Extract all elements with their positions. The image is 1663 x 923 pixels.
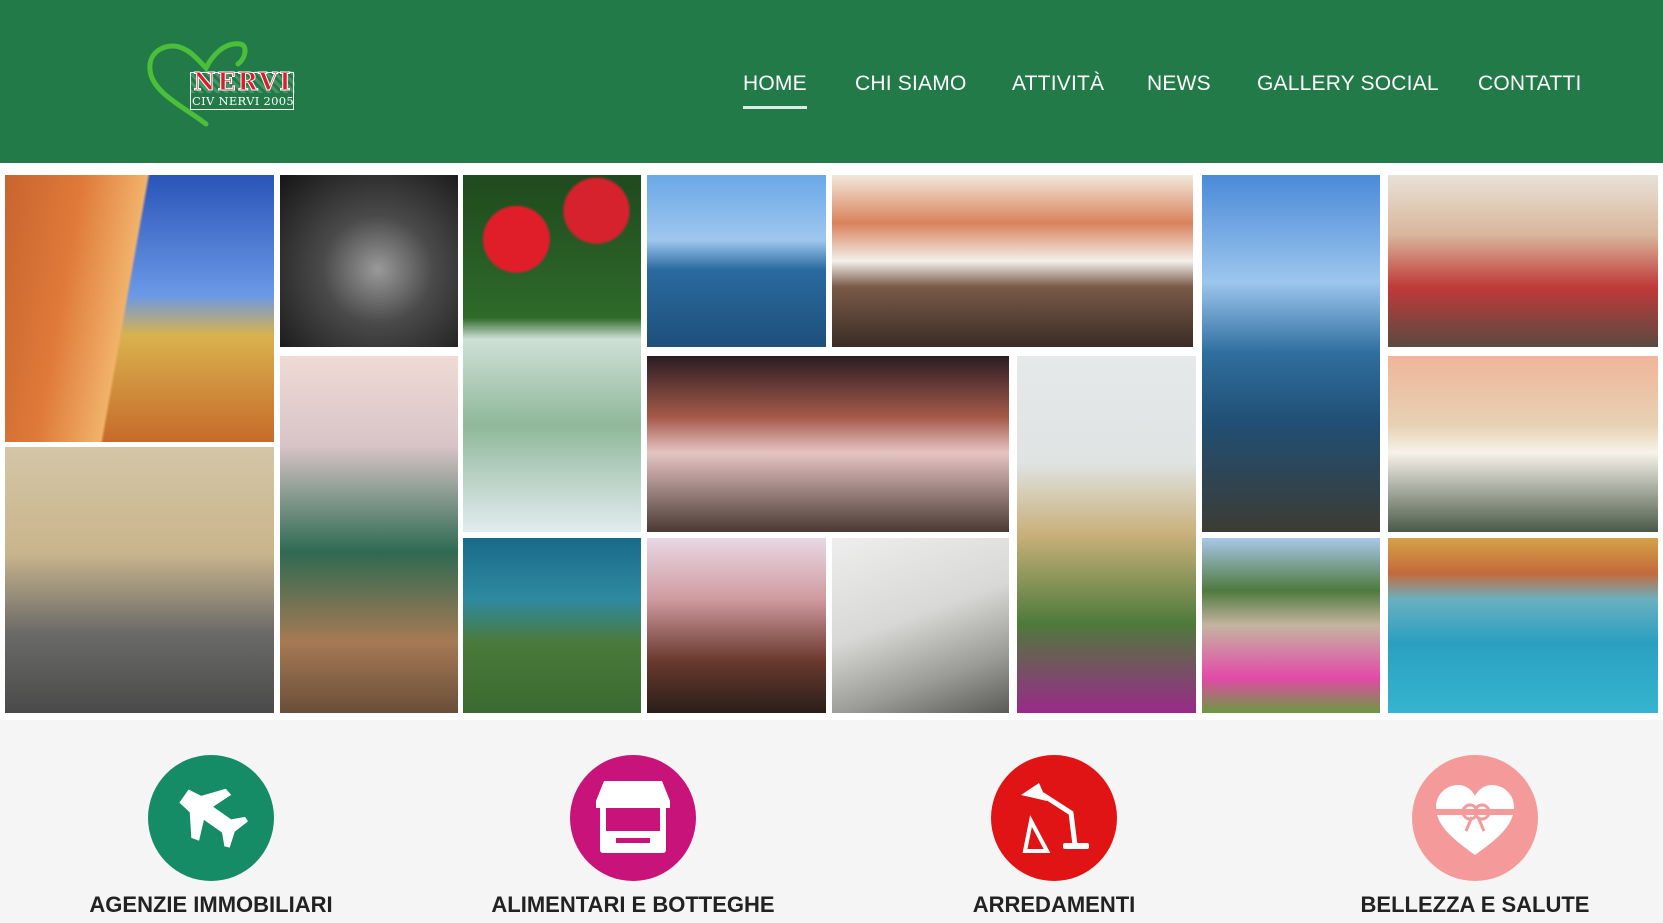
photo-red-flowers-map[interactable]: [463, 175, 641, 532]
category-label[interactable]: ARREDAMENTI: [874, 891, 1234, 919]
nav-chi-siamo[interactable]: CHI SIAMO: [855, 70, 966, 110]
photo-street-performers-stilts[interactable]: [1388, 175, 1658, 347]
photo-crowded-piazza[interactable]: [832, 175, 1193, 347]
logo-plate: NERVI CIV NERVI 2005: [190, 69, 295, 110]
nav-contatti[interactable]: CONTATTI: [1478, 70, 1581, 110]
photo-bell-tower[interactable]: [1017, 356, 1196, 713]
category-label[interactable]: BELLEZZA E SALUTE: [1295, 891, 1655, 919]
photo-rose-garden-hills[interactable]: [1202, 538, 1380, 713]
logo-subtitle: CIV NERVI 2005: [192, 94, 294, 108]
photo-night-crowd-street[interactable]: [647, 356, 1009, 532]
category-circle[interactable]: [991, 755, 1117, 881]
photo-narrow-street-road[interactable]: [5, 447, 274, 713]
category-label[interactable]: ALIMENTARI E BOTTEGHE: [453, 891, 813, 919]
photo-rocky-coast[interactable]: [1202, 175, 1380, 532]
photo-gallery: [0, 163, 1663, 720]
photo-orange-buildings-street[interactable]: [5, 175, 274, 442]
photo-table-decoration-candles[interactable]: [280, 356, 458, 713]
airplane-icon: [148, 755, 274, 881]
photo-tower-seaside[interactable]: [647, 175, 826, 347]
logo[interactable]: NERVI CIV NERVI 2005: [146, 38, 306, 130]
nav-gallery-social[interactable]: GALLERY SOCIAL: [1257, 70, 1439, 110]
nav-home[interactable]: HOME: [743, 70, 807, 110]
photo-stilt-performer-night[interactable]: [647, 538, 826, 713]
photo-outdoor-cafe-tables[interactable]: [1388, 356, 1658, 532]
category-circle[interactable]: [570, 755, 696, 881]
photo-aerial-coast-cliffs[interactable]: [463, 538, 641, 713]
category-circle[interactable]: [148, 755, 274, 881]
photo-railing-flowers[interactable]: [832, 538, 1009, 713]
market-stall-icon: [570, 755, 696, 881]
site-header: NERVI CIV NERVI 2005 HOME CHI SIAMO ATTI…: [0, 0, 1663, 163]
nav-news[interactable]: NEWS: [1147, 70, 1211, 110]
photo-singer-black-white[interactable]: [280, 175, 458, 347]
photo-harbour-colored-houses[interactable]: [1388, 538, 1658, 713]
logo-word: NERVI: [191, 69, 295, 94]
nav-attivita[interactable]: ATTIVITÀ: [1012, 70, 1104, 110]
category-circle[interactable]: [1412, 755, 1538, 881]
gift-heart-icon: [1412, 755, 1538, 881]
category-label[interactable]: AGENZIE IMMOBILIARI: [31, 891, 391, 919]
desk-lamp-icon: [991, 755, 1117, 881]
